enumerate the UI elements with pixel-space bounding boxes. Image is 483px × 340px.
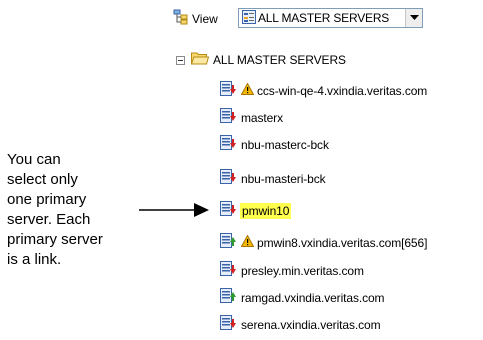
warning-icon xyxy=(240,82,255,100)
view-label[interactable]: View xyxy=(192,12,218,26)
server-down-icon xyxy=(220,108,237,128)
server-down-icon xyxy=(220,201,237,221)
tree-item-label[interactable]: pmwin8.vxindia.veritas.com[656] xyxy=(257,236,427,250)
server-group-select-value: ALL MASTER SERVERS xyxy=(258,11,390,25)
tree-item-label[interactable]: nbu-masterc-bck xyxy=(241,138,329,152)
tree-item-serena[interactable]: serena.vxindia.veritas.com xyxy=(220,315,381,335)
server-list-icon xyxy=(242,9,256,27)
server-up-icon xyxy=(220,233,237,253)
server-up-icon xyxy=(220,288,237,308)
callout-line: select only xyxy=(7,171,78,188)
tree-item-label[interactable]: ramgad.vxindia.veritas.com xyxy=(241,291,385,305)
tree-item-label[interactable]: nbu-masteri-bck xyxy=(241,172,326,186)
server-down-icon xyxy=(220,81,237,101)
tree-item-ramgad[interactable]: ramgad.vxindia.veritas.com xyxy=(220,288,385,308)
server-down-icon xyxy=(220,315,237,335)
server-down-icon xyxy=(220,135,237,155)
view-icon xyxy=(173,9,189,30)
folder-open-icon xyxy=(190,51,210,70)
tree-item-label[interactable]: pmwin10 xyxy=(240,203,292,219)
tree-item-pmwin10[interactable]: pmwin10 xyxy=(220,201,292,221)
warning-icon xyxy=(240,234,255,252)
tree-item-label[interactable]: ccs-win-qe-4.vxindia.veritas.com xyxy=(257,84,427,98)
tree-item-pmwin8[interactable]: pmwin8.vxindia.veritas.com[656] xyxy=(220,233,427,253)
tree-root[interactable]: ALL MASTER SERVERS xyxy=(176,52,346,68)
tree-item-label[interactable]: masterx xyxy=(241,111,283,125)
tree-item-presley[interactable]: presley.min.veritas.com xyxy=(220,261,364,281)
tree-item-nbu-masterc-bck[interactable]: nbu-masterc-bck xyxy=(220,135,329,155)
view-toolbar: View xyxy=(173,9,222,29)
server-down-icon xyxy=(220,169,237,189)
tree-item-label[interactable]: presley.min.veritas.com xyxy=(241,264,364,278)
callout-line: is a link. xyxy=(7,251,62,268)
callout-line: primary server xyxy=(7,231,103,248)
callout-line: You can xyxy=(7,151,61,168)
tree-item-label[interactable]: serena.vxindia.veritas.com xyxy=(241,318,381,332)
callout-arrow xyxy=(139,203,209,217)
tree-item-masterx[interactable]: masterx xyxy=(220,108,283,128)
server-down-icon xyxy=(220,261,237,281)
tree-item-nbu-masteri-bck[interactable]: nbu-masteri-bck xyxy=(220,169,326,189)
chevron-down-icon[interactable] xyxy=(405,9,422,27)
tree-item-ccs-win-qe-4[interactable]: ccs-win-qe-4.vxindia.veritas.com xyxy=(220,81,427,101)
collapse-toggle[interactable] xyxy=(176,55,185,65)
tree-root-label: ALL MASTER SERVERS xyxy=(213,53,346,67)
server-group-select[interactable]: ALL MASTER SERVERS xyxy=(238,8,423,28)
